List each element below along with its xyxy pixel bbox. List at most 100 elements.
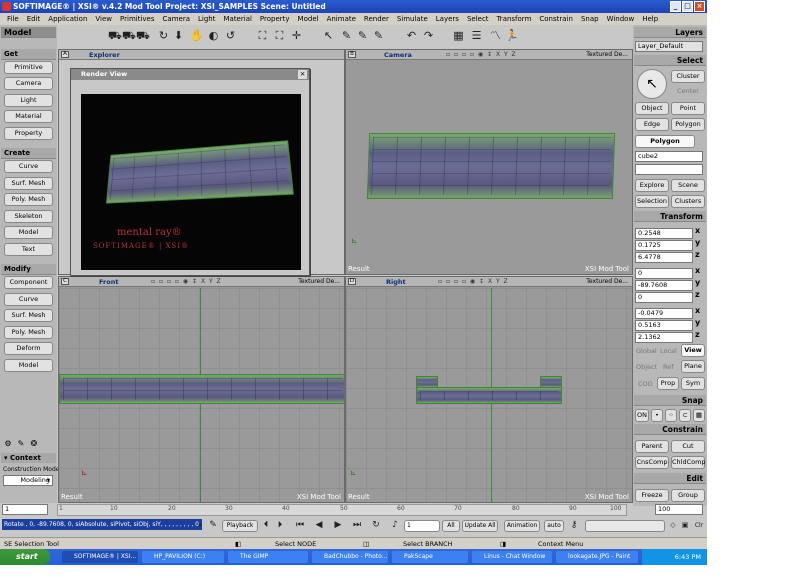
viewport-b-display-icons[interactable]: ▫ ▫ ▫ ▫ ◉ ↕ X Y Z bbox=[446, 50, 517, 60]
select-raycast-icon[interactable]: ✎ bbox=[372, 29, 385, 43]
zoom-icon[interactable]: ◐ bbox=[207, 29, 220, 43]
menu-layers[interactable]: Layers bbox=[436, 13, 459, 25]
camera-track-icon[interactable]: ⛟ bbox=[122, 29, 135, 43]
cog-button[interactable]: COG bbox=[638, 380, 653, 388]
center-icon[interactable]: ✛ bbox=[290, 29, 303, 43]
explorer-list-icon[interactable]: ☰ bbox=[470, 29, 483, 43]
sym-button[interactable]: Sym bbox=[681, 377, 705, 390]
menu-constrain[interactable]: Constrain bbox=[539, 13, 573, 25]
auto-key-button[interactable]: auto bbox=[544, 520, 564, 532]
cog-tool-icon[interactable]: ❂ bbox=[29, 439, 39, 448]
translation-x-field[interactable]: -0.0479 bbox=[635, 308, 693, 319]
camera-key-icon[interactable]: ▣ bbox=[680, 519, 690, 532]
menu-material[interactable]: Material bbox=[223, 13, 251, 25]
menu-file[interactable]: File bbox=[7, 13, 19, 25]
command-history-chevron-icon[interactable]: ▾ bbox=[195, 519, 205, 532]
viewport-b-canvas[interactable]: ⊾ bbox=[346, 61, 632, 274]
minimize-button[interactable]: _ bbox=[670, 1, 681, 12]
viewport-d-letter[interactable]: D bbox=[348, 278, 356, 285]
get-camera-button[interactable]: Camera bbox=[4, 77, 53, 90]
select-lasso-icon[interactable]: ✎ bbox=[356, 29, 369, 43]
task-hp-pavilion[interactable]: HP_PAVILION (C:) bbox=[142, 551, 224, 563]
selection-button[interactable]: Selection bbox=[635, 195, 669, 208]
object-mode-button[interactable]: Object bbox=[636, 363, 657, 371]
viewport-a-name[interactable]: Explorer bbox=[89, 50, 120, 60]
current-frame-field[interactable]: 1 bbox=[404, 520, 440, 532]
first-frame-icon[interactable]: ⏮ bbox=[293, 519, 307, 532]
menu-help[interactable]: Help bbox=[642, 13, 658, 25]
select-point-button[interactable]: Point bbox=[671, 102, 705, 115]
scene-button[interactable]: Scene bbox=[671, 179, 705, 192]
viewport-c-name[interactable]: Front bbox=[99, 277, 118, 287]
snap-point-icon[interactable]: • bbox=[651, 409, 663, 422]
all-button[interactable]: All bbox=[442, 520, 460, 532]
clear-key-icon[interactable]: Clr bbox=[692, 519, 706, 532]
menu-view[interactable]: View bbox=[95, 13, 112, 25]
cube2-mesh[interactable] bbox=[367, 133, 615, 199]
viewport-c-letter[interactable]: C bbox=[61, 278, 69, 285]
snap-magnet-icon[interactable]: ⊂ bbox=[679, 409, 691, 422]
modify-curve-button[interactable]: Curve bbox=[4, 293, 53, 306]
modify-component-button[interactable]: Component bbox=[4, 276, 53, 289]
translation-y-field[interactable]: 0.5163 bbox=[635, 320, 693, 331]
viewport-d-name[interactable]: Right bbox=[386, 277, 406, 287]
loop-icon[interactable]: ↻ bbox=[369, 519, 383, 532]
marker-icon[interactable]: ◇ bbox=[668, 519, 678, 532]
translation-z-field[interactable]: 2.1362 bbox=[635, 332, 693, 343]
task-softimage[interactable]: SOFTIMAGE® | XSI... bbox=[62, 551, 138, 563]
group-button[interactable]: Group bbox=[671, 489, 705, 502]
create-model-button[interactable]: Model bbox=[4, 226, 53, 239]
redo-icon[interactable]: ↷ bbox=[422, 29, 435, 43]
explore-button[interactable]: Explore bbox=[635, 179, 669, 192]
construction-mode-select[interactable]: Modeling ▾ bbox=[3, 475, 53, 486]
menu-select[interactable]: Select bbox=[467, 13, 489, 25]
menu-primitives[interactable]: Primitives bbox=[120, 13, 154, 25]
script-editor-icon[interactable]: ✎ bbox=[206, 519, 220, 532]
menu-camera[interactable]: Camera bbox=[163, 13, 190, 25]
rotate-icon[interactable]: ↺ bbox=[224, 29, 237, 43]
context-header[interactable]: ▾ Context bbox=[1, 453, 56, 463]
select-brush-icon[interactable]: ✎ bbox=[340, 29, 353, 43]
select-edge-button[interactable]: Edge bbox=[635, 118, 669, 131]
rotation-z-field[interactable]: 0 bbox=[635, 292, 693, 303]
menu-simulate[interactable]: Simulate bbox=[397, 13, 428, 25]
scale-x-field[interactable]: 0.2548 bbox=[635, 228, 693, 239]
pan-down-icon[interactable]: ⬇ bbox=[172, 29, 185, 43]
rotation-y-field[interactable]: -89.7608 bbox=[635, 280, 693, 291]
get-property-button[interactable]: Property bbox=[4, 127, 53, 140]
create-poly-mesh-button[interactable]: Poly. Mesh bbox=[4, 193, 53, 206]
command-line-field[interactable]: Rotate , 0, -89.7608, 0, siAbsolute, siP… bbox=[2, 519, 202, 530]
hand-pan-icon[interactable]: ✋ bbox=[190, 29, 203, 43]
view-mode-button[interactable]: View bbox=[681, 344, 705, 357]
select-arrow-icon[interactable]: ↖ bbox=[637, 69, 667, 99]
select-object-button[interactable]: Object bbox=[635, 102, 669, 115]
menu-property[interactable]: Property bbox=[260, 13, 290, 25]
right-plank-mesh[interactable] bbox=[416, 387, 562, 404]
scale-y-field[interactable]: 0.1725 bbox=[635, 240, 693, 251]
parent-button[interactable]: Parent bbox=[635, 440, 669, 453]
fcurve-icon[interactable]: 〽 bbox=[489, 29, 502, 43]
selection-name-field[interactable]: cube2 bbox=[635, 151, 703, 162]
select-arrow-icon[interactable]: ↖ bbox=[322, 29, 335, 43]
next-key-icon[interactable]: ⏵ bbox=[274, 519, 286, 532]
viewport-a-letter[interactable]: A bbox=[61, 51, 69, 58]
timeline-bar[interactable]: 1 10 20 30 40 50 60 70 80 90 100 bbox=[57, 504, 627, 516]
menu-window[interactable]: Window bbox=[607, 13, 635, 25]
select-center-button[interactable]: Center bbox=[677, 87, 699, 95]
render-view-close-button[interactable]: × bbox=[298, 70, 307, 79]
prop-button[interactable]: Prop bbox=[657, 377, 679, 390]
playback-menu-button[interactable]: Playback bbox=[222, 520, 258, 532]
prev-key-icon[interactable]: ⏴ bbox=[260, 519, 272, 532]
key-icon[interactable]: ⚷ bbox=[567, 519, 581, 532]
menu-animate[interactable]: Animate bbox=[327, 13, 356, 25]
brush-tool-icon[interactable]: ✎ bbox=[16, 439, 26, 448]
task-pakscape[interactable]: PakScape bbox=[392, 551, 468, 563]
viewport-c-display-icons[interactable]: ▫ ▫ ▫ ▫ ◉ ↕ X Y Z bbox=[151, 277, 222, 287]
local-mode-button[interactable]: Local bbox=[660, 347, 677, 355]
menu-snap[interactable]: Snap bbox=[581, 13, 599, 25]
close-button[interactable]: × bbox=[694, 1, 705, 12]
modify-deform-button[interactable]: Deform bbox=[4, 342, 53, 355]
audio-icon[interactable]: ♪ bbox=[388, 519, 402, 532]
start-button[interactable]: start bbox=[0, 549, 50, 565]
snap-grid-icon[interactable]: ⁘ bbox=[665, 409, 677, 422]
